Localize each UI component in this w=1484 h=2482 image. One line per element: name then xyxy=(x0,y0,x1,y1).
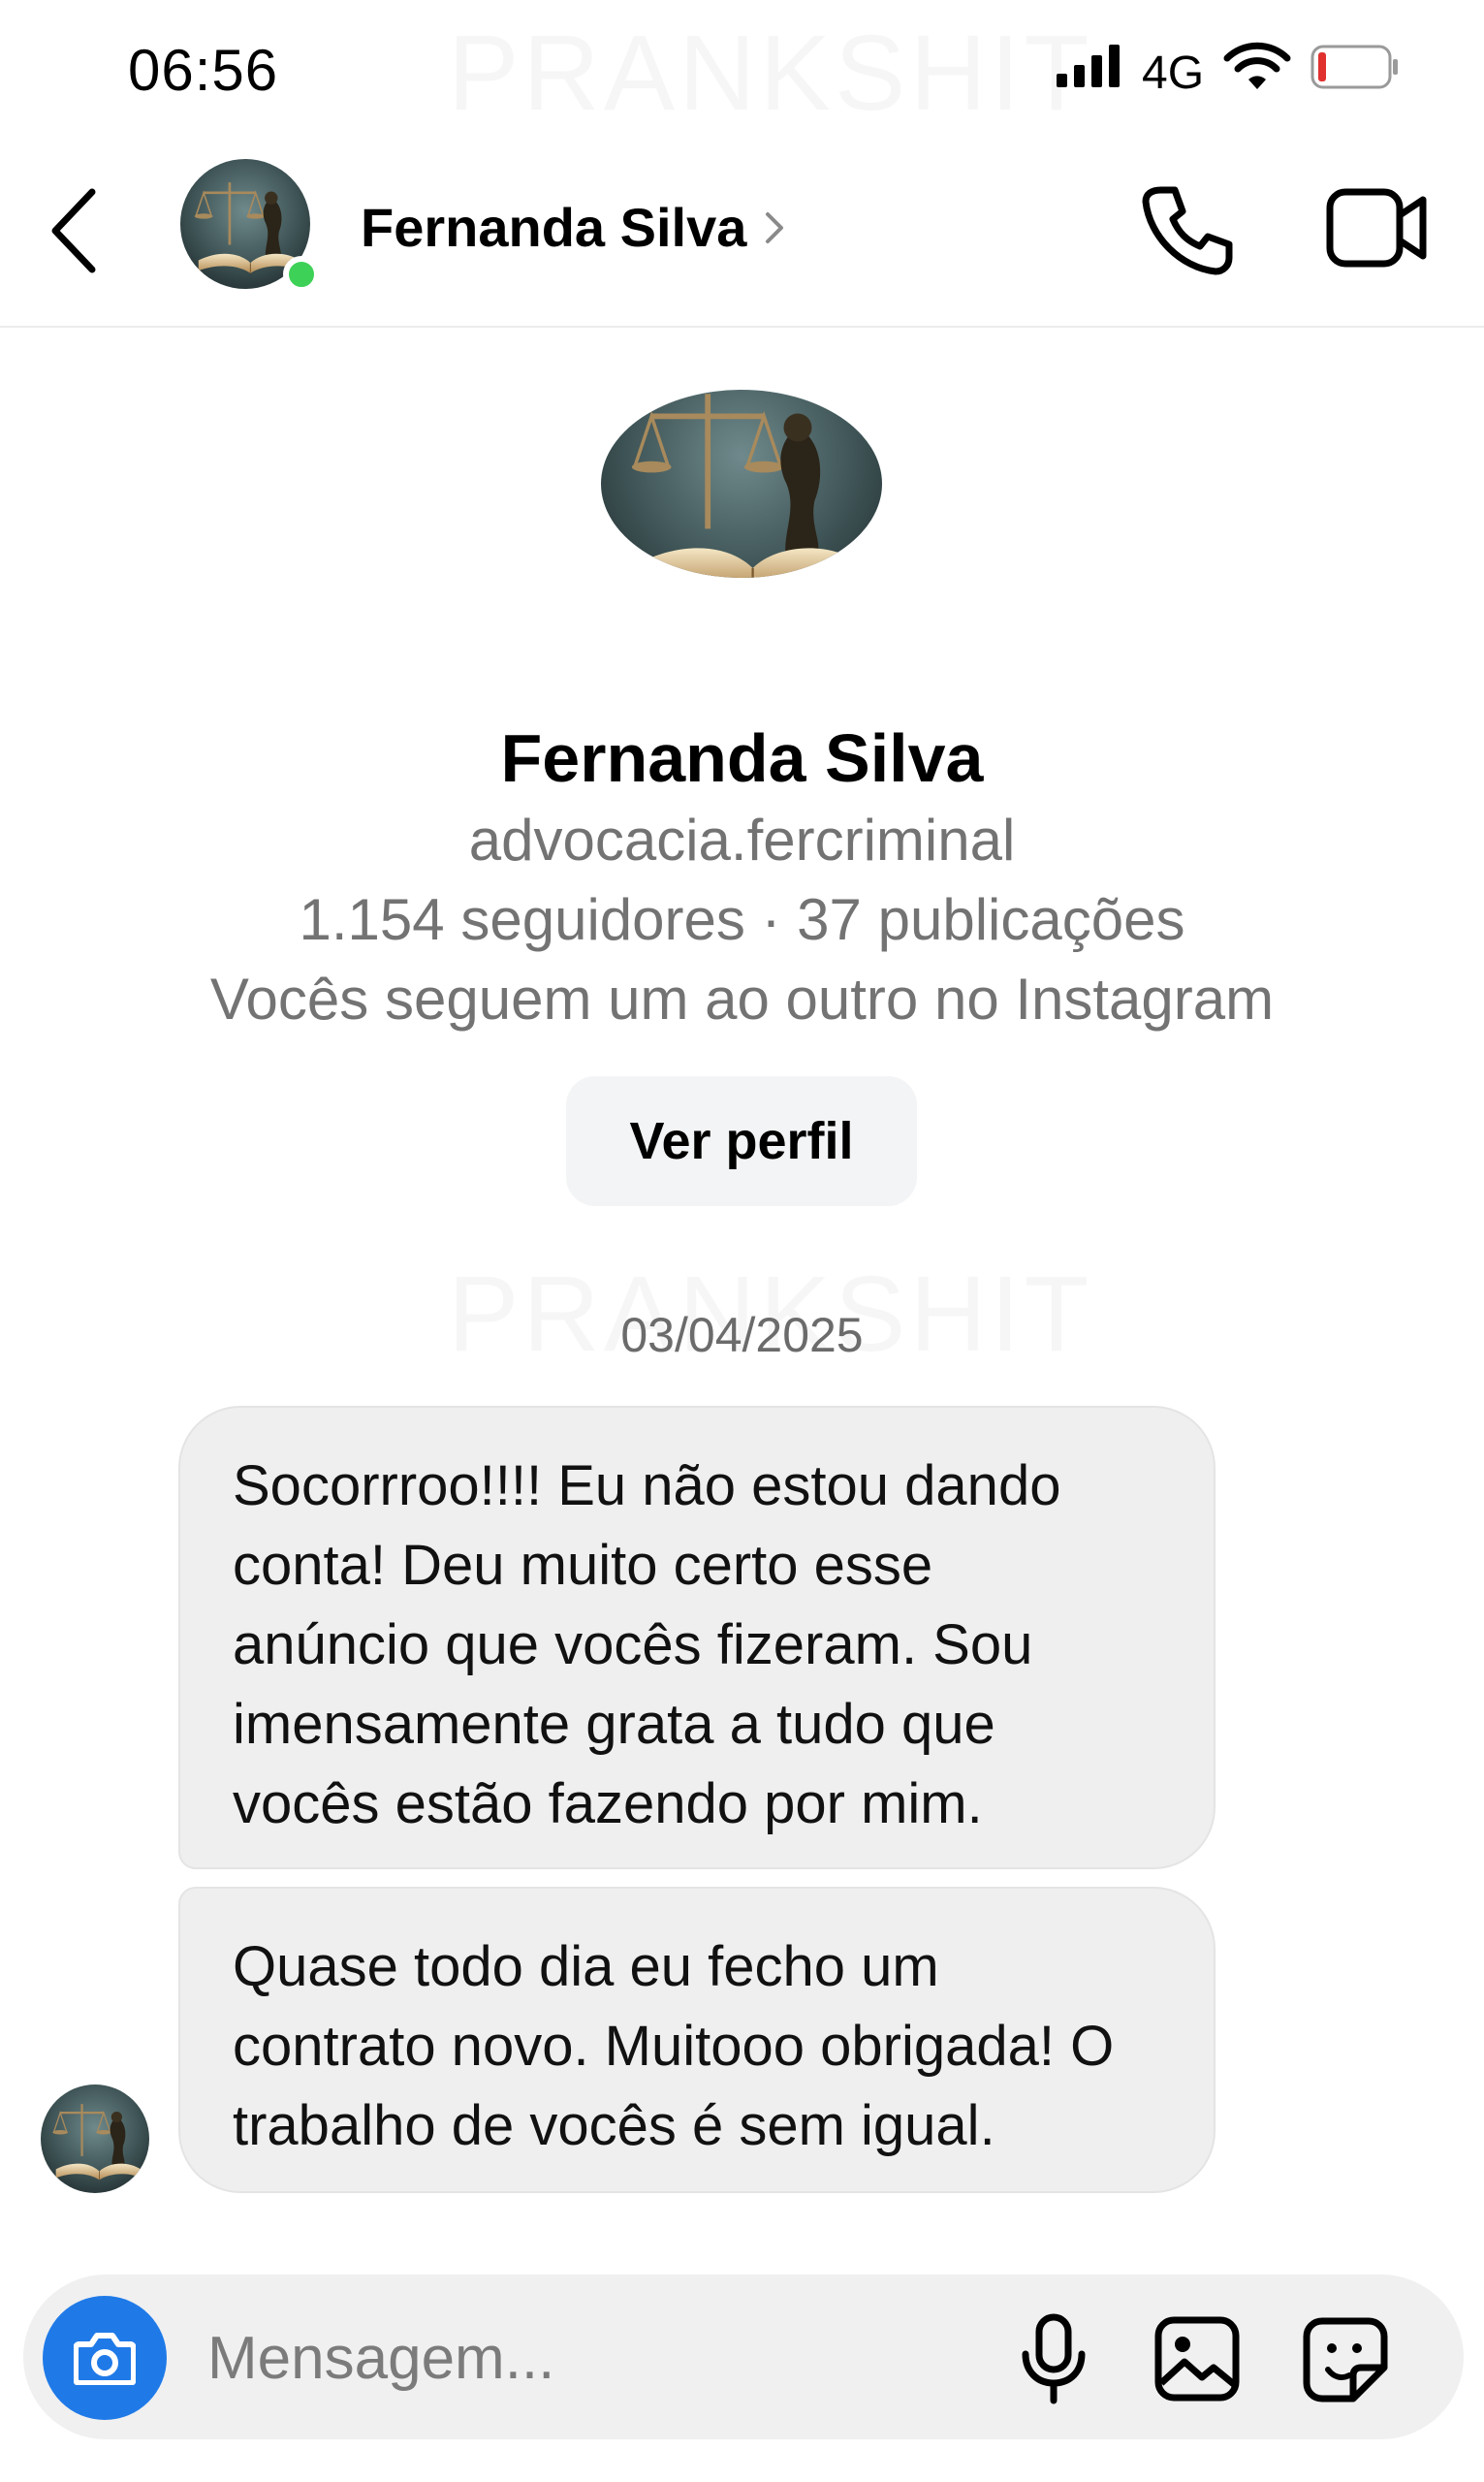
view-profile-button[interactable]: Ver perfil xyxy=(566,1076,917,1206)
message-composer xyxy=(23,2275,1464,2439)
battery-low-icon xyxy=(1310,45,1398,89)
profile-username: advocacia.fercriminal xyxy=(468,808,1016,873)
camera-button[interactable] xyxy=(43,2296,167,2420)
sticker-icon[interactable] xyxy=(1301,2315,1390,2404)
contact-name: Fernanda Silva xyxy=(361,197,747,258)
wifi-icon xyxy=(1223,42,1291,89)
message-date: 03/04/2025 xyxy=(620,1308,864,1362)
profile-name: Fernanda Silva xyxy=(500,720,984,796)
avatar-image xyxy=(601,390,882,578)
profile-stats: 1.154 seguidores · 37 publicações xyxy=(299,887,1185,952)
camera-icon xyxy=(74,2333,136,2385)
avatar-image xyxy=(41,2084,149,2193)
message-bubble[interactable]: Socorrroo!!!! Eu não estou dando conta! … xyxy=(178,1406,1216,1869)
microphone-icon[interactable] xyxy=(1020,2313,1088,2404)
phone-icon[interactable] xyxy=(1140,180,1237,277)
message-input[interactable] xyxy=(207,2309,983,2406)
profile-avatar[interactable] xyxy=(601,390,882,578)
gallery-icon[interactable] xyxy=(1153,2315,1241,2402)
chevron-right-icon xyxy=(766,211,784,243)
message-line: imensamente grata a tudo que xyxy=(233,1693,995,1756)
message-line: trabalho de vocês é sem igual. xyxy=(233,2094,995,2157)
mutual-follow-text: Vocês seguem um ao outro no Instagram xyxy=(209,967,1275,1032)
message-line: vocês estão fazendo por mim. xyxy=(233,1772,983,1835)
online-status-dot xyxy=(283,256,320,293)
signal-icon xyxy=(1057,45,1120,87)
message-line: contrato novo. Muitooo obrigada! O xyxy=(233,2015,1115,2078)
contact-name-link[interactable]: Fernanda Silva xyxy=(361,196,785,259)
status-time: 06:56 xyxy=(128,38,279,103)
chat-header: Fernanda Silva xyxy=(0,145,1484,328)
message-line: anúncio que vocês fizeram. Sou xyxy=(233,1613,1033,1676)
message-bubble[interactable]: Quase todo dia eu fecho um contrato novo… xyxy=(178,1887,1216,2193)
message-line: Socorrroo!!!! Eu não estou dando xyxy=(233,1454,1061,1517)
status-bar: 06:56 4G xyxy=(0,0,1484,145)
message-line: conta! Deu muito certo esse xyxy=(233,1534,933,1597)
sender-avatar[interactable] xyxy=(41,2084,149,2193)
video-camera-icon[interactable] xyxy=(1324,184,1431,271)
back-arrow-icon[interactable] xyxy=(44,182,108,279)
message-line: Quase todo dia eu fecho um xyxy=(233,1935,939,1998)
network-type: 4G xyxy=(1142,48,1205,99)
